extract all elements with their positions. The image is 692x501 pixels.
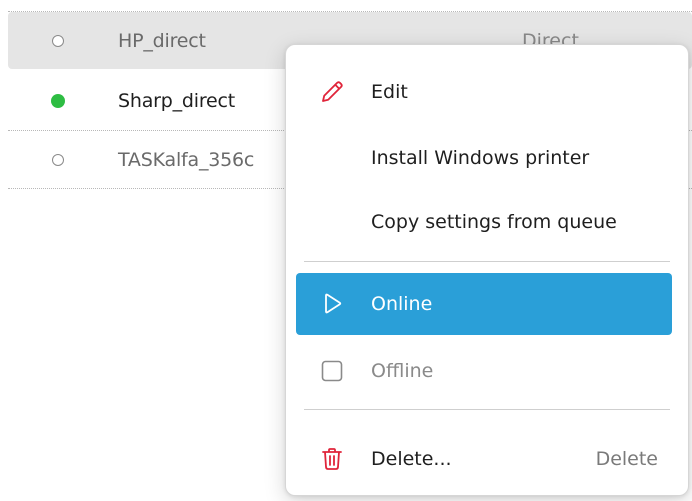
queue-name: HP_direct xyxy=(118,29,206,52)
offline-status-icon xyxy=(52,34,64,47)
menu-separator xyxy=(304,261,670,262)
menu-item-label: Online xyxy=(371,293,433,315)
offline-status-icon xyxy=(52,154,64,166)
play-icon xyxy=(318,290,346,318)
menu-item-label: Copy settings from queue xyxy=(371,211,617,233)
menu-item-install-windows-printer[interactable]: Install Windows printer xyxy=(296,128,672,188)
trash-icon xyxy=(318,445,346,473)
menu-item-label: Offline xyxy=(371,360,434,382)
pencil-icon xyxy=(318,78,346,106)
menu-item-offline[interactable]: Offline xyxy=(296,341,672,401)
menu-item-edit[interactable]: Edit xyxy=(296,62,672,122)
menu-item-online[interactable]: Online xyxy=(296,273,672,335)
context-menu: Edit Install Windows printer Copy settin… xyxy=(285,44,689,496)
menu-item-label: Delete... xyxy=(371,448,452,470)
menu-item-shortcut: Delete xyxy=(595,448,658,470)
queue-name: TASKalfa_356c xyxy=(118,149,255,171)
menu-item-label: Edit xyxy=(371,81,408,103)
online-status-icon xyxy=(51,94,65,108)
queue-name: Sharp_direct xyxy=(118,90,236,112)
menu-item-label: Install Windows printer xyxy=(371,147,590,169)
square-icon xyxy=(318,357,346,385)
menu-separator xyxy=(304,409,670,410)
menu-item-delete[interactable]: Delete... Delete xyxy=(296,429,672,489)
menu-item-copy-settings[interactable]: Copy settings from queue xyxy=(296,192,672,252)
